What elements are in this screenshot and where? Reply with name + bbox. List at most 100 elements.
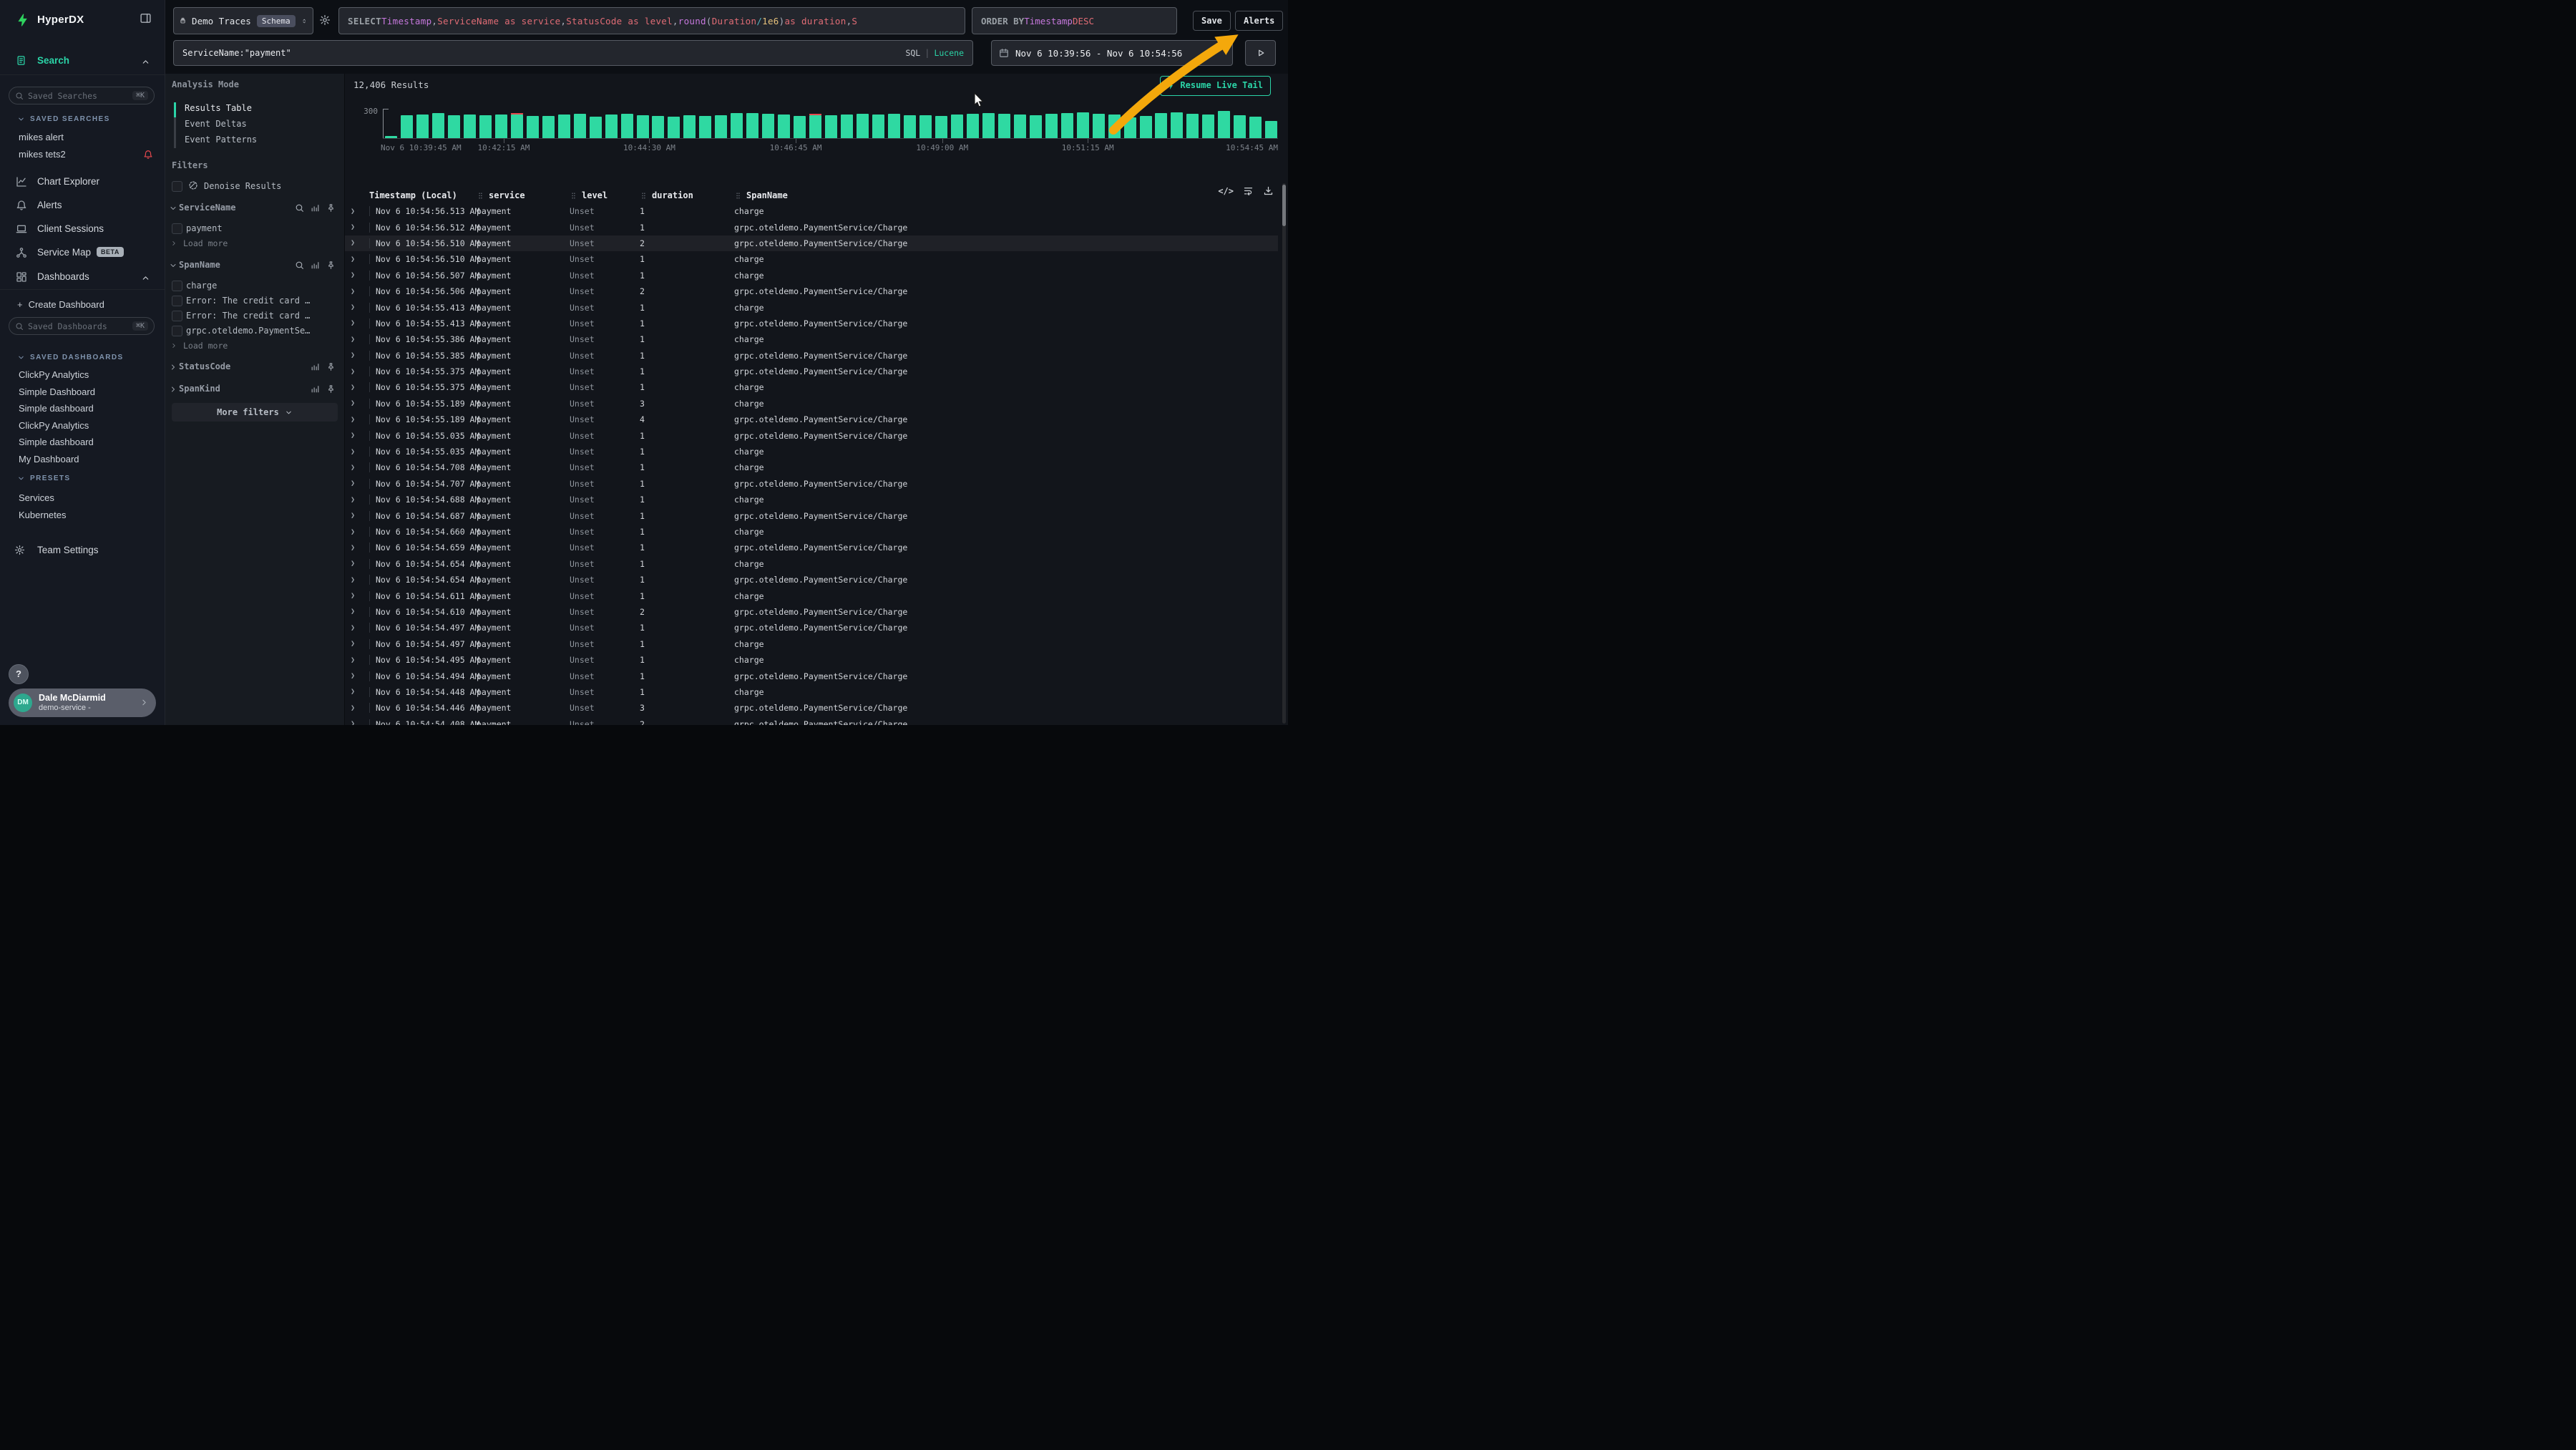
table-row[interactable]: ❯Nov 6 10:54:56.507 AMpaymentUnset1charg… bbox=[345, 268, 1278, 283]
table-row[interactable]: ❯Nov 6 10:54:55.413 AMpaymentUnset1grpc.… bbox=[345, 316, 1278, 331]
table-row[interactable]: ❯Nov 6 10:54:56.510 AMpaymentUnset1charg… bbox=[345, 251, 1278, 267]
expand-row-icon[interactable]: ❯ bbox=[351, 271, 369, 279]
search-icon[interactable] bbox=[295, 203, 304, 213]
create-dashboard-button[interactable]: +Create Dashboard bbox=[17, 299, 104, 310]
table-row[interactable]: ❯Nov 6 10:54:55.189 AMpaymentUnset4grpc.… bbox=[345, 412, 1278, 427]
histogram-bar[interactable] bbox=[1202, 115, 1214, 138]
filter-option-checkbox[interactable] bbox=[172, 223, 182, 234]
histogram-bar[interactable] bbox=[1108, 115, 1121, 138]
analysis-mode-event-deltas[interactable]: Event Deltas bbox=[185, 119, 247, 129]
saved-dashboard-item[interactable]: My Dashboard bbox=[19, 454, 79, 464]
chevron-down-icon[interactable] bbox=[169, 261, 177, 270]
histogram-bar[interactable] bbox=[1030, 115, 1042, 138]
scrollbar-thumb[interactable] bbox=[1282, 185, 1286, 226]
expand-row-icon[interactable]: ❯ bbox=[351, 704, 369, 712]
histogram-bar[interactable] bbox=[746, 113, 758, 138]
saved-dashboard-item[interactable]: ClickPy Analytics bbox=[19, 369, 89, 380]
column-header-level[interactable]: level bbox=[582, 190, 608, 200]
filter-option-checkbox[interactable] bbox=[172, 326, 182, 336]
histogram-bar[interactable] bbox=[1093, 114, 1105, 138]
table-row[interactable]: ❯Nov 6 10:54:54.654 AMpaymentUnset1charg… bbox=[345, 556, 1278, 572]
table-row[interactable]: ❯Nov 6 10:54:54.659 AMpaymentUnset1grpc.… bbox=[345, 540, 1278, 555]
column-drag-handle[interactable] bbox=[477, 192, 484, 200]
expand-row-icon[interactable]: ❯ bbox=[351, 303, 369, 311]
table-row[interactable]: ❯Nov 6 10:54:54.610 AMpaymentUnset2grpc.… bbox=[345, 604, 1278, 620]
column-drag-handle[interactable] bbox=[734, 192, 742, 200]
saved-dashboard-item[interactable]: Simple dashboard bbox=[19, 437, 94, 447]
expand-row-icon[interactable]: ❯ bbox=[351, 351, 369, 359]
wrap-lines-icon[interactable] bbox=[1243, 185, 1254, 196]
table-row[interactable]: ❯Nov 6 10:54:54.408 AMpaymentUnset2grpc.… bbox=[345, 716, 1278, 726]
histogram-bar[interactable] bbox=[1171, 112, 1183, 138]
preset-item[interactable]: Services bbox=[19, 492, 54, 503]
bar-chart-icon[interactable] bbox=[311, 261, 320, 270]
histogram-bar[interactable] bbox=[935, 116, 947, 138]
search-input[interactable]: ServiceName:"payment" SQL | Lucene bbox=[173, 40, 973, 66]
histogram-bar[interactable] bbox=[1265, 121, 1277, 138]
expand-row-icon[interactable]: ❯ bbox=[351, 239, 369, 247]
denoise-label[interactable]: Denoise Results bbox=[204, 181, 281, 191]
preset-item[interactable]: Kubernetes bbox=[19, 510, 67, 520]
histogram-bar[interactable] bbox=[715, 115, 727, 138]
table-row[interactable]: ❯Nov 6 10:54:55.189 AMpaymentUnset3charg… bbox=[345, 396, 1278, 412]
histogram-bar[interactable] bbox=[731, 113, 743, 138]
saved-dashboards-section-header[interactable]: SAVED DASHBOARDS bbox=[17, 354, 124, 361]
table-row[interactable]: ❯Nov 6 10:54:56.510 AMpaymentUnset2grpc.… bbox=[345, 235, 1278, 251]
table-row[interactable]: ❯Nov 6 10:54:56.506 AMpaymentUnset2grpc.… bbox=[345, 283, 1278, 299]
bar-chart-icon[interactable] bbox=[311, 362, 320, 371]
saved-dashboard-item[interactable]: Simple dashboard bbox=[19, 403, 94, 414]
table-row[interactable]: ❯Nov 6 10:54:56.512 AMpaymentUnset1grpc.… bbox=[345, 219, 1278, 235]
sidebar-item-team-settings[interactable]: Team Settings bbox=[0, 542, 165, 560]
histogram-bar[interactable] bbox=[605, 115, 618, 138]
histogram-bar[interactable] bbox=[809, 115, 821, 138]
column-header-timestamp-local-[interactable]: Timestamp (Local) bbox=[369, 190, 457, 200]
pin-icon[interactable] bbox=[326, 261, 336, 270]
histogram-bar[interactable] bbox=[982, 113, 995, 138]
saved-searches-section-header[interactable]: SAVED SEARCHES bbox=[17, 115, 110, 123]
histogram-bar[interactable] bbox=[1218, 111, 1230, 138]
expand-row-icon[interactable]: ❯ bbox=[351, 624, 369, 632]
histogram-bar[interactable] bbox=[416, 115, 429, 138]
histogram-bar[interactable] bbox=[401, 115, 413, 138]
sidebar-item-search[interactable]: Search bbox=[0, 52, 165, 75]
histogram-bar[interactable] bbox=[683, 115, 696, 138]
table-row[interactable]: ❯Nov 6 10:54:54.448 AMpaymentUnset1charg… bbox=[345, 684, 1278, 700]
load-more-button[interactable]: Load more bbox=[170, 238, 228, 248]
saved-dashboards-input[interactable]: Saved Dashboards ⌘K bbox=[9, 317, 155, 335]
histogram-bar[interactable] bbox=[1045, 114, 1058, 138]
filter-option-label[interactable]: grpc.oteldemo.PaymentSe… bbox=[186, 326, 310, 336]
expand-row-icon[interactable]: ❯ bbox=[351, 544, 369, 552]
histogram-bar[interactable] bbox=[448, 115, 460, 138]
run-search-button[interactable] bbox=[1245, 40, 1276, 66]
filter-option-checkbox[interactable] bbox=[172, 281, 182, 291]
histogram-bar[interactable] bbox=[1124, 117, 1136, 138]
table-row[interactable]: ❯Nov 6 10:54:55.035 AMpaymentUnset1charg… bbox=[345, 444, 1278, 459]
histogram-bar[interactable] bbox=[621, 114, 633, 138]
sidebar-item-client-sessions[interactable]: Client Sessions bbox=[0, 221, 165, 238]
vertical-scrollbar[interactable] bbox=[1282, 183, 1286, 724]
sql-select-editor[interactable]: SELECT Timestamp, ServiceName as service… bbox=[338, 7, 965, 34]
table-row[interactable]: ❯Nov 6 10:54:55.413 AMpaymentUnset1charg… bbox=[345, 299, 1278, 315]
table-row[interactable]: ❯Nov 6 10:54:54.611 AMpaymentUnset1charg… bbox=[345, 588, 1278, 603]
chevron-right-icon[interactable] bbox=[169, 385, 177, 394]
denoise-checkbox[interactable] bbox=[172, 181, 182, 192]
saved-search-item[interactable]: mikes tets2 bbox=[19, 149, 66, 160]
histogram-bar[interactable] bbox=[904, 115, 916, 138]
histogram-bar[interactable] bbox=[479, 115, 492, 138]
expand-row-icon[interactable]: ❯ bbox=[351, 720, 369, 725]
table-row[interactable]: ❯Nov 6 10:54:54.495 AMpaymentUnset1charg… bbox=[345, 652, 1278, 668]
lang-toggle-lucene[interactable]: Lucene bbox=[934, 48, 964, 58]
table-row[interactable]: ❯Nov 6 10:54:54.494 AMpaymentUnset1grpc.… bbox=[345, 668, 1278, 683]
histogram-bar[interactable] bbox=[1077, 112, 1089, 138]
filter-option-label[interactable]: charge bbox=[186, 281, 217, 291]
histogram-bar[interactable] bbox=[825, 115, 837, 138]
saved-dashboard-item[interactable]: Simple Dashboard bbox=[19, 386, 95, 397]
histogram-bar[interactable] bbox=[590, 117, 602, 138]
table-row[interactable]: ❯Nov 6 10:54:55.385 AMpaymentUnset1grpc.… bbox=[345, 348, 1278, 364]
histogram-bar[interactable] bbox=[888, 114, 900, 138]
histogram-bar[interactable] bbox=[841, 115, 853, 138]
user-menu[interactable]: DM Dale McDiarmid demo-service - bbox=[9, 688, 156, 717]
filter-option-label[interactable]: Error: The credit card … bbox=[186, 311, 310, 321]
resume-live-tail-button[interactable]: Resume Live Tail bbox=[1160, 76, 1271, 96]
expand-row-icon[interactable]: ❯ bbox=[351, 368, 369, 376]
